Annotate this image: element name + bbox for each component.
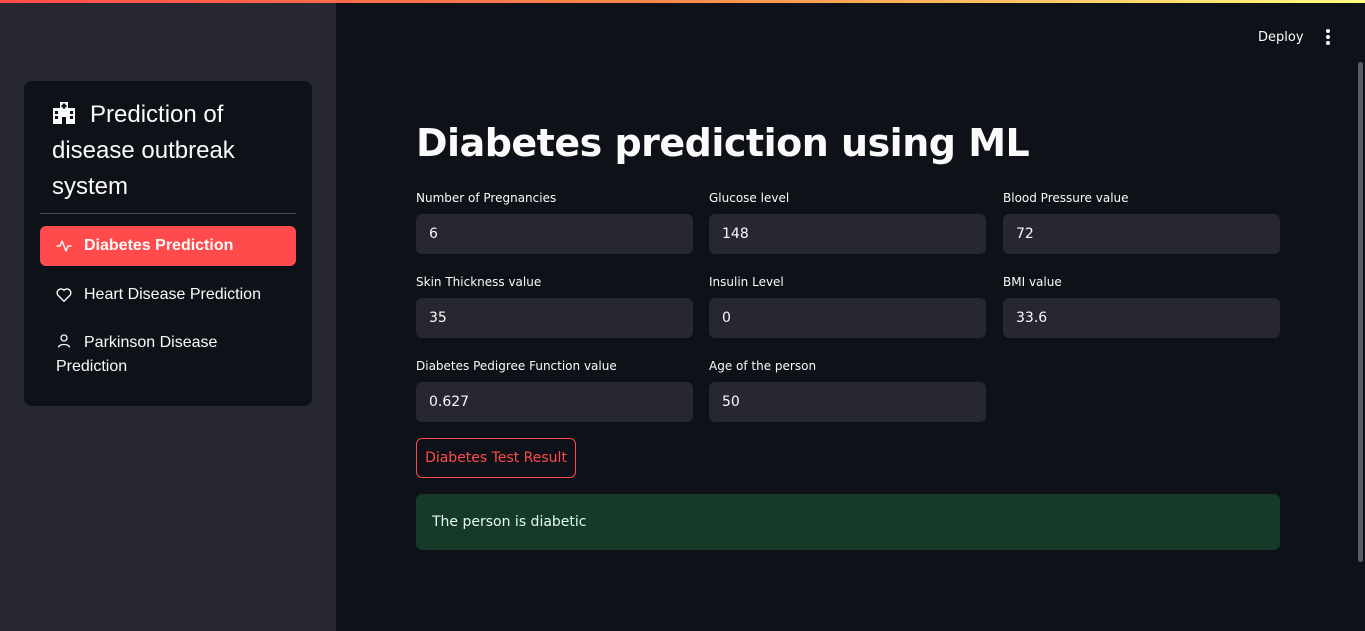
diabetes-test-result-button[interactable]: Diabetes Test Result <box>416 438 576 478</box>
menu-title-text: Prediction of disease outbreak system <box>52 101 235 200</box>
age-input[interactable]: 50 <box>709 382 986 422</box>
bmi-input[interactable]: 33.6 <box>1003 298 1280 338</box>
deploy-button[interactable]: Deploy <box>1248 24 1314 52</box>
menu-title: Prediction of disease outbreak system <box>52 97 292 205</box>
pedigree-field: Diabetes Pedigree Function value 0.627 <box>416 358 693 422</box>
skin-thickness-field: Skin Thickness value 35 <box>416 274 693 338</box>
option-menu: Prediction of disease outbreak system Di… <box>24 81 312 406</box>
activity-icon <box>56 240 72 252</box>
person-icon <box>57 334 71 348</box>
insulin-input[interactable]: 0 <box>709 298 986 338</box>
age-field: Age of the person 50 <box>709 358 986 422</box>
blood-pressure-field: Blood Pressure value 72 <box>1003 190 1280 254</box>
menu-item-label: Parkinson Disease Prediction <box>56 334 218 375</box>
field-label: Number of Pregnancies <box>416 191 557 205</box>
result-success-alert: The person is diabetic <box>416 494 1280 550</box>
kebab-menu-icon[interactable] <box>1318 26 1338 48</box>
field-label: Blood Pressure value <box>1003 191 1129 205</box>
glucose-field: Glucose level 148 <box>709 190 986 254</box>
menu-item-label: Diabetes Prediction <box>84 237 234 254</box>
field-label: Age of the person <box>709 359 817 373</box>
insulin-field: Insulin Level 0 <box>709 274 986 338</box>
blood-pressure-input[interactable]: 72 <box>1003 214 1280 254</box>
page-title: Diabetes prediction using ML <box>416 121 1030 165</box>
skin-thickness-input[interactable]: 35 <box>416 298 693 338</box>
menu-item-label: Heart Disease Prediction <box>84 286 261 303</box>
menu-divider <box>40 213 296 214</box>
menu-item-heart-disease-prediction[interactable]: Heart Disease Prediction <box>40 283 296 307</box>
sidebar: Prediction of disease outbreak system Di… <box>0 3 336 631</box>
hospital-icon <box>53 102 75 124</box>
menu-item-parkinson-disease-prediction[interactable]: Parkinson Disease Prediction <box>40 331 296 379</box>
field-label: Insulin Level <box>709 275 784 289</box>
menu-item-diabetes-prediction[interactable]: Diabetes Prediction <box>40 226 296 266</box>
field-label: BMI value <box>1003 275 1062 289</box>
pregnancies-field: Number of Pregnancies 6 <box>416 190 693 254</box>
bmi-field: BMI value 33.6 <box>1003 274 1280 338</box>
pedigree-input[interactable]: 0.627 <box>416 382 693 422</box>
glucose-input[interactable]: 148 <box>709 214 986 254</box>
pregnancies-input[interactable]: 6 <box>416 214 693 254</box>
field-label: Diabetes Pedigree Function value <box>416 359 617 373</box>
field-label: Glucose level <box>709 191 790 205</box>
field-label: Skin Thickness value <box>416 275 542 289</box>
heart-icon <box>56 288 72 302</box>
scrollbar[interactable] <box>1358 62 1363 562</box>
